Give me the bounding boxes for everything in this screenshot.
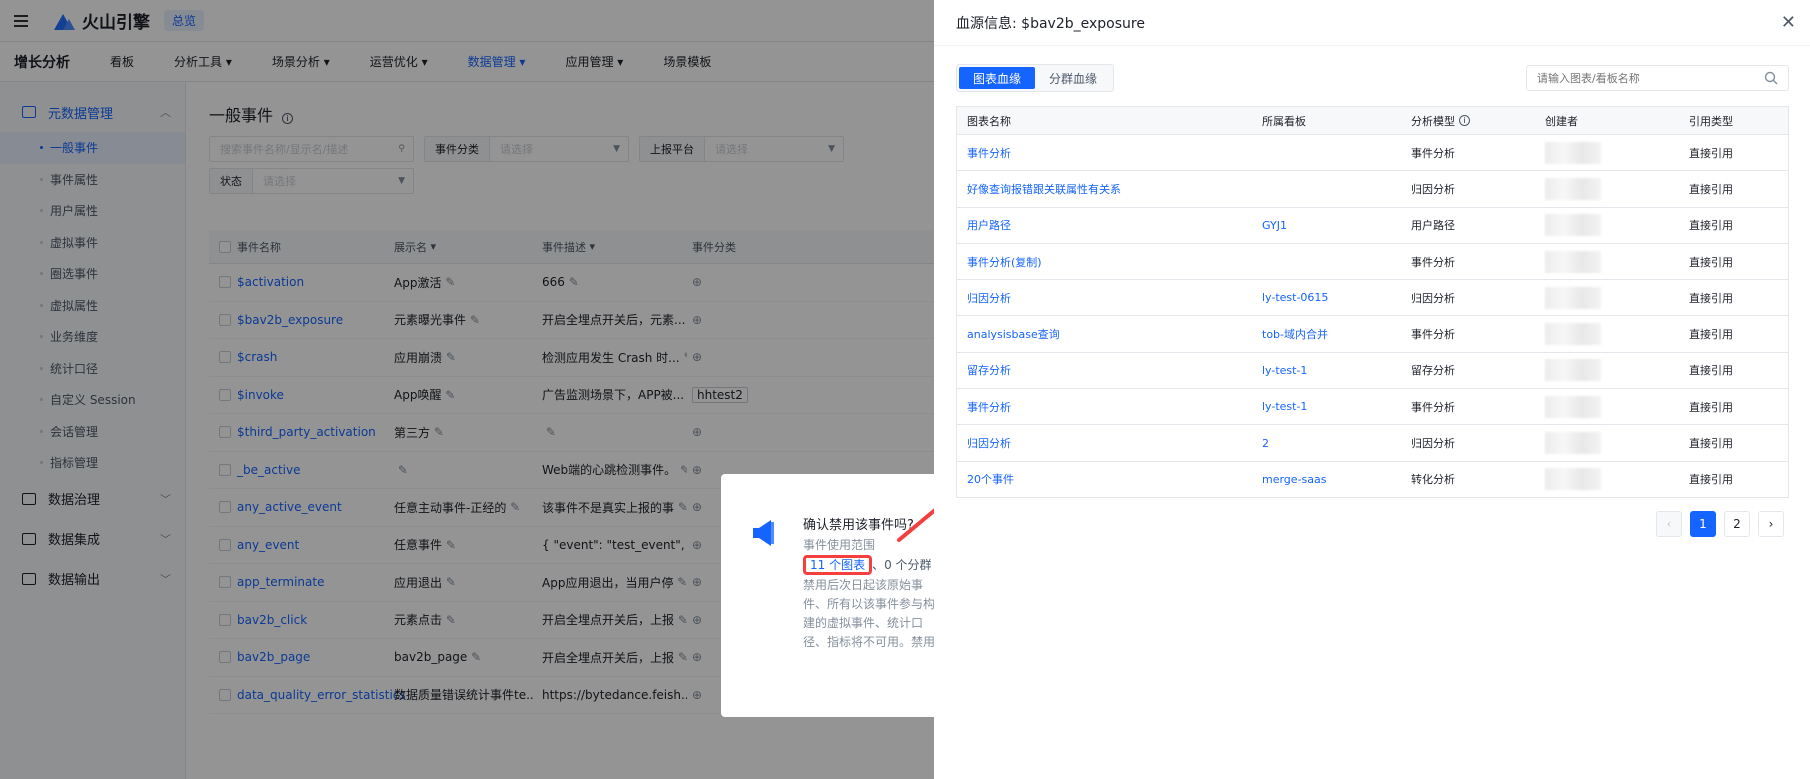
reference-type: 直接引用 (1689, 146, 1733, 160)
reference-type: 直接引用 (1689, 328, 1733, 342)
board-name-link[interactable]: ly-test-0615 (1262, 280, 1328, 315)
reference-type: 直接引用 (1689, 291, 1733, 305)
tab-segment-lineage[interactable]: 分群血缘 (1035, 67, 1111, 89)
table-row: 事件分析(复制) 事件分析 直接引用 (957, 244, 1788, 281)
creator-avatar-blurred (1545, 462, 1601, 497)
lineage-table-header: 图表名称 所属看板 分析模型 i 创建者 引用类型 (957, 107, 1788, 135)
charts-count-link[interactable]: 11 个图表 (803, 555, 873, 575)
chart-name-link[interactable]: 归因分析 (967, 425, 1011, 460)
next-page-button[interactable]: › (1758, 511, 1784, 537)
board-name-link[interactable]: ly-test-1 (1262, 353, 1307, 388)
creator-avatar-blurred (1545, 389, 1601, 424)
reference-type: 直接引用 (1689, 255, 1733, 269)
board-name-link[interactable]: merge-saas (1262, 462, 1326, 497)
table-row: 事件分析 事件分析 直接引用 (957, 135, 1788, 172)
board-name-link[interactable]: ly-test-1 (1262, 389, 1307, 424)
groups-count: 、0 个分群 (872, 558, 932, 572)
creator-avatar-blurred (1545, 316, 1601, 351)
chart-name-link[interactable]: 归因分析 (967, 280, 1011, 315)
analysis-model: 留存分析 (1411, 364, 1455, 378)
page-2-button[interactable]: 2 (1724, 511, 1750, 537)
table-row: 事件分析 ly-test-1 事件分析 直接引用 (957, 389, 1788, 426)
lineage-drawer: 血源信息: $bav2b_exposure ✕ 图表血缘 分群血缘 图表名称 所… (934, 0, 1810, 779)
analysis-model: 事件分析 (1411, 146, 1455, 160)
analysis-model: 归因分析 (1411, 182, 1455, 196)
pagination: ‹ 1 2 › (1656, 511, 1784, 537)
analysis-model: 归因分析 (1411, 437, 1455, 451)
analysis-model: 归因分析 (1411, 291, 1455, 305)
tab-chart-lineage[interactable]: 图表血缘 (959, 67, 1036, 89)
chart-name-link[interactable]: 事件分析(复制) (967, 244, 1042, 279)
column-header: 所属看板 (1262, 114, 1306, 128)
analysis-model: 事件分析 (1411, 400, 1455, 414)
chart-name-link[interactable]: 20个事件 (967, 462, 1014, 497)
table-row: 用户路径 GYJ1 用户路径 直接引用 (957, 208, 1788, 244)
column-header: 分析模型 i (1411, 107, 1470, 134)
reference-type: 直接引用 (1689, 219, 1733, 233)
analysis-model: 转化分析 (1411, 473, 1455, 487)
creator-avatar-blurred (1545, 244, 1601, 279)
close-icon[interactable]: ✕ (1781, 12, 1796, 33)
creator-avatar-blurred (1545, 135, 1601, 170)
table-row: 归因分析 2 归因分析 直接引用 (957, 425, 1788, 462)
prev-page-button[interactable]: ‹ (1656, 511, 1682, 537)
board-name-link[interactable]: GYJ1 (1262, 208, 1287, 243)
page-1-button[interactable]: 1 (1690, 511, 1716, 537)
chart-name-link[interactable]: 留存分析 (967, 353, 1011, 388)
table-row: 好像查询报错跟关联属性有关系 归因分析 直接引用 (957, 171, 1788, 208)
creator-avatar-blurred (1545, 280, 1601, 315)
reference-type: 直接引用 (1689, 400, 1733, 414)
analysis-model: 事件分析 (1411, 255, 1455, 269)
table-row: 20个事件 merge-saas 转化分析 直接引用 (957, 462, 1788, 498)
board-name-link[interactable]: tob-域内合并 (1262, 316, 1328, 351)
chart-name-link[interactable]: 事件分析 (967, 135, 1011, 170)
analysis-model: 用户路径 (1411, 219, 1455, 233)
chart-name-link[interactable]: analysisbase查询 (967, 316, 1060, 351)
drawer-title: 血源信息: $bav2b_exposure (956, 15, 1145, 32)
usage-scope-label: 事件使用范围 (803, 538, 876, 552)
reference-type: 直接引用 (1689, 182, 1733, 196)
column-header: 创建者 (1545, 114, 1578, 128)
board-name-link[interactable]: 2 (1262, 425, 1269, 460)
lineage-tabs: 图表血缘 分群血缘 (956, 64, 1115, 92)
creator-avatar-blurred (1545, 353, 1601, 388)
reference-type: 直接引用 (1689, 364, 1733, 378)
table-row: 留存分析 ly-test-1 留存分析 直接引用 (957, 353, 1788, 390)
column-header: 图表名称 (967, 114, 1011, 128)
table-row: analysisbase查询 tob-域内合并 事件分析 直接引用 (957, 316, 1788, 353)
table-row: 归因分析 ly-test-0615 归因分析 直接引用 (957, 280, 1788, 317)
chart-name-link[interactable]: 好像查询报错跟关联属性有关系 (967, 171, 1121, 206)
column-header: 引用类型 (1689, 114, 1733, 128)
reference-type: 直接引用 (1689, 473, 1733, 487)
chart-search-input[interactable] (1526, 65, 1789, 91)
creator-avatar-blurred (1545, 171, 1601, 206)
info-icon: i (1459, 115, 1470, 126)
chart-name-link[interactable]: 事件分析 (967, 389, 1011, 424)
analysis-model: 事件分析 (1411, 328, 1455, 342)
chart-name-link[interactable]: 用户路径 (967, 208, 1011, 243)
lineage-table: 图表名称 所属看板 分析模型 i 创建者 引用类型 事件分析 事件分析 直接引用 好像查… (956, 106, 1789, 498)
creator-avatar-blurred (1545, 425, 1601, 460)
reference-type: 直接引用 (1689, 437, 1733, 451)
search-icon (1764, 71, 1778, 85)
creator-avatar-blurred (1545, 208, 1601, 243)
megaphone-icon (753, 520, 774, 546)
confirm-description: 禁用后次日起该原始事件、所有以该事件参与构建的虚拟事件、统计口径、指标将不可用。… (803, 578, 936, 649)
